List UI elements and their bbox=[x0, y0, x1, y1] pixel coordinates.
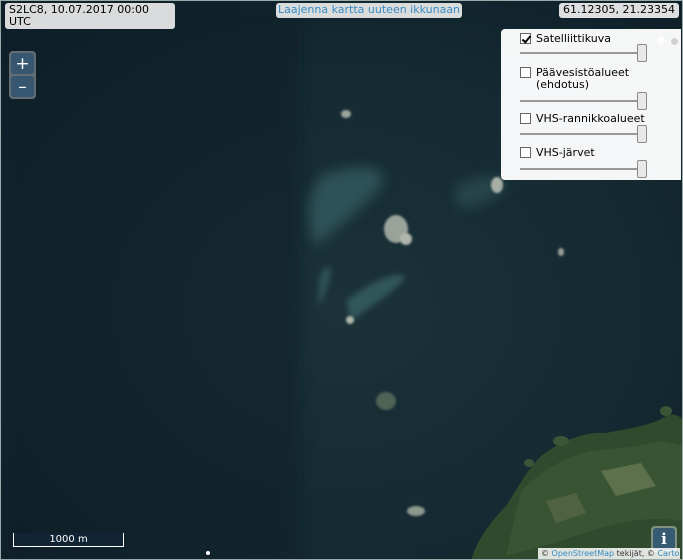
layer-checkbox-satellite[interactable] bbox=[520, 33, 531, 44]
zoom-control: + – bbox=[9, 51, 36, 99]
layer-item-coastal-areas[interactable]: VHS-rannikkoalueet bbox=[520, 113, 650, 125]
layer-item-satellite[interactable]: Satelliittikuva bbox=[520, 33, 650, 45]
layer-item-main-catchments[interactable]: Päävesistöalueet (ehdotus) bbox=[520, 67, 650, 91]
imagery-source-date: S2LC8, 10.07.2017 00:00 bbox=[9, 3, 149, 16]
island bbox=[558, 248, 564, 256]
cursor-coordinates: 61.12305, 21.23354 bbox=[559, 3, 679, 18]
slider-handle[interactable] bbox=[637, 125, 647, 143]
island bbox=[346, 316, 354, 324]
scale-bar: 1000 m bbox=[13, 533, 124, 547]
slider-handle[interactable] bbox=[637, 92, 647, 110]
imagery-info-box: S2LC8, 10.07.2017 00:00 UTC bbox=[5, 3, 175, 29]
osm-link[interactable]: OpenStreetMap bbox=[552, 549, 615, 558]
island bbox=[341, 110, 351, 118]
opacity-slider-satellite[interactable] bbox=[520, 44, 647, 62]
island bbox=[524, 459, 534, 467]
zoom-in-button[interactable]: + bbox=[11, 53, 34, 74]
zoom-out-button[interactable]: – bbox=[11, 76, 34, 97]
panel-toggle-icon[interactable] bbox=[671, 38, 678, 45]
layer-label-satellite: Satelliittikuva bbox=[536, 32, 611, 45]
layer-checkbox-coastal-areas[interactable] bbox=[520, 113, 531, 124]
island bbox=[491, 177, 503, 193]
layer-switcher-panel: Satelliittikuva Päävesistöalueet (ehdotu… bbox=[501, 29, 681, 180]
opacity-slider-coastal-areas[interactable] bbox=[520, 125, 647, 143]
island bbox=[660, 406, 672, 416]
opacity-slider-main-catchments[interactable] bbox=[520, 92, 647, 110]
layer-checkbox-lakes[interactable] bbox=[520, 147, 531, 158]
slider-handle[interactable] bbox=[637, 160, 647, 178]
map-marker-dot bbox=[206, 551, 210, 555]
island bbox=[400, 233, 412, 245]
layer-checkbox-main-catchments[interactable] bbox=[520, 67, 531, 78]
map-frame[interactable]: S2LC8, 10.07.2017 00:00 UTC Laajenna kar… bbox=[0, 0, 683, 560]
layer-label-coastal-areas: VHS-rannikkoalueet bbox=[536, 112, 645, 125]
opacity-slider-lakes[interactable] bbox=[520, 160, 647, 178]
slider-handle[interactable] bbox=[637, 44, 647, 62]
island bbox=[376, 392, 396, 410]
info-icon[interactable]: i bbox=[653, 528, 675, 550]
carto-link[interactable]: Carto bbox=[657, 549, 679, 558]
imagery-timezone: UTC bbox=[9, 15, 31, 28]
map-attribution: © OpenStreetMap tekijät, © Carto bbox=[538, 548, 680, 559]
island bbox=[553, 436, 569, 446]
island bbox=[407, 506, 425, 516]
expand-map-link[interactable]: Laajenna kartta uuteen ikkunaan bbox=[276, 3, 463, 18]
layer-item-lakes[interactable]: VHS-järvet bbox=[520, 147, 650, 159]
layer-label-main-catchments: Päävesistöalueet (ehdotus) bbox=[536, 66, 630, 91]
layer-label-lakes: VHS-järvet bbox=[536, 146, 595, 159]
deep-sea-left bbox=[1, 1, 301, 559]
